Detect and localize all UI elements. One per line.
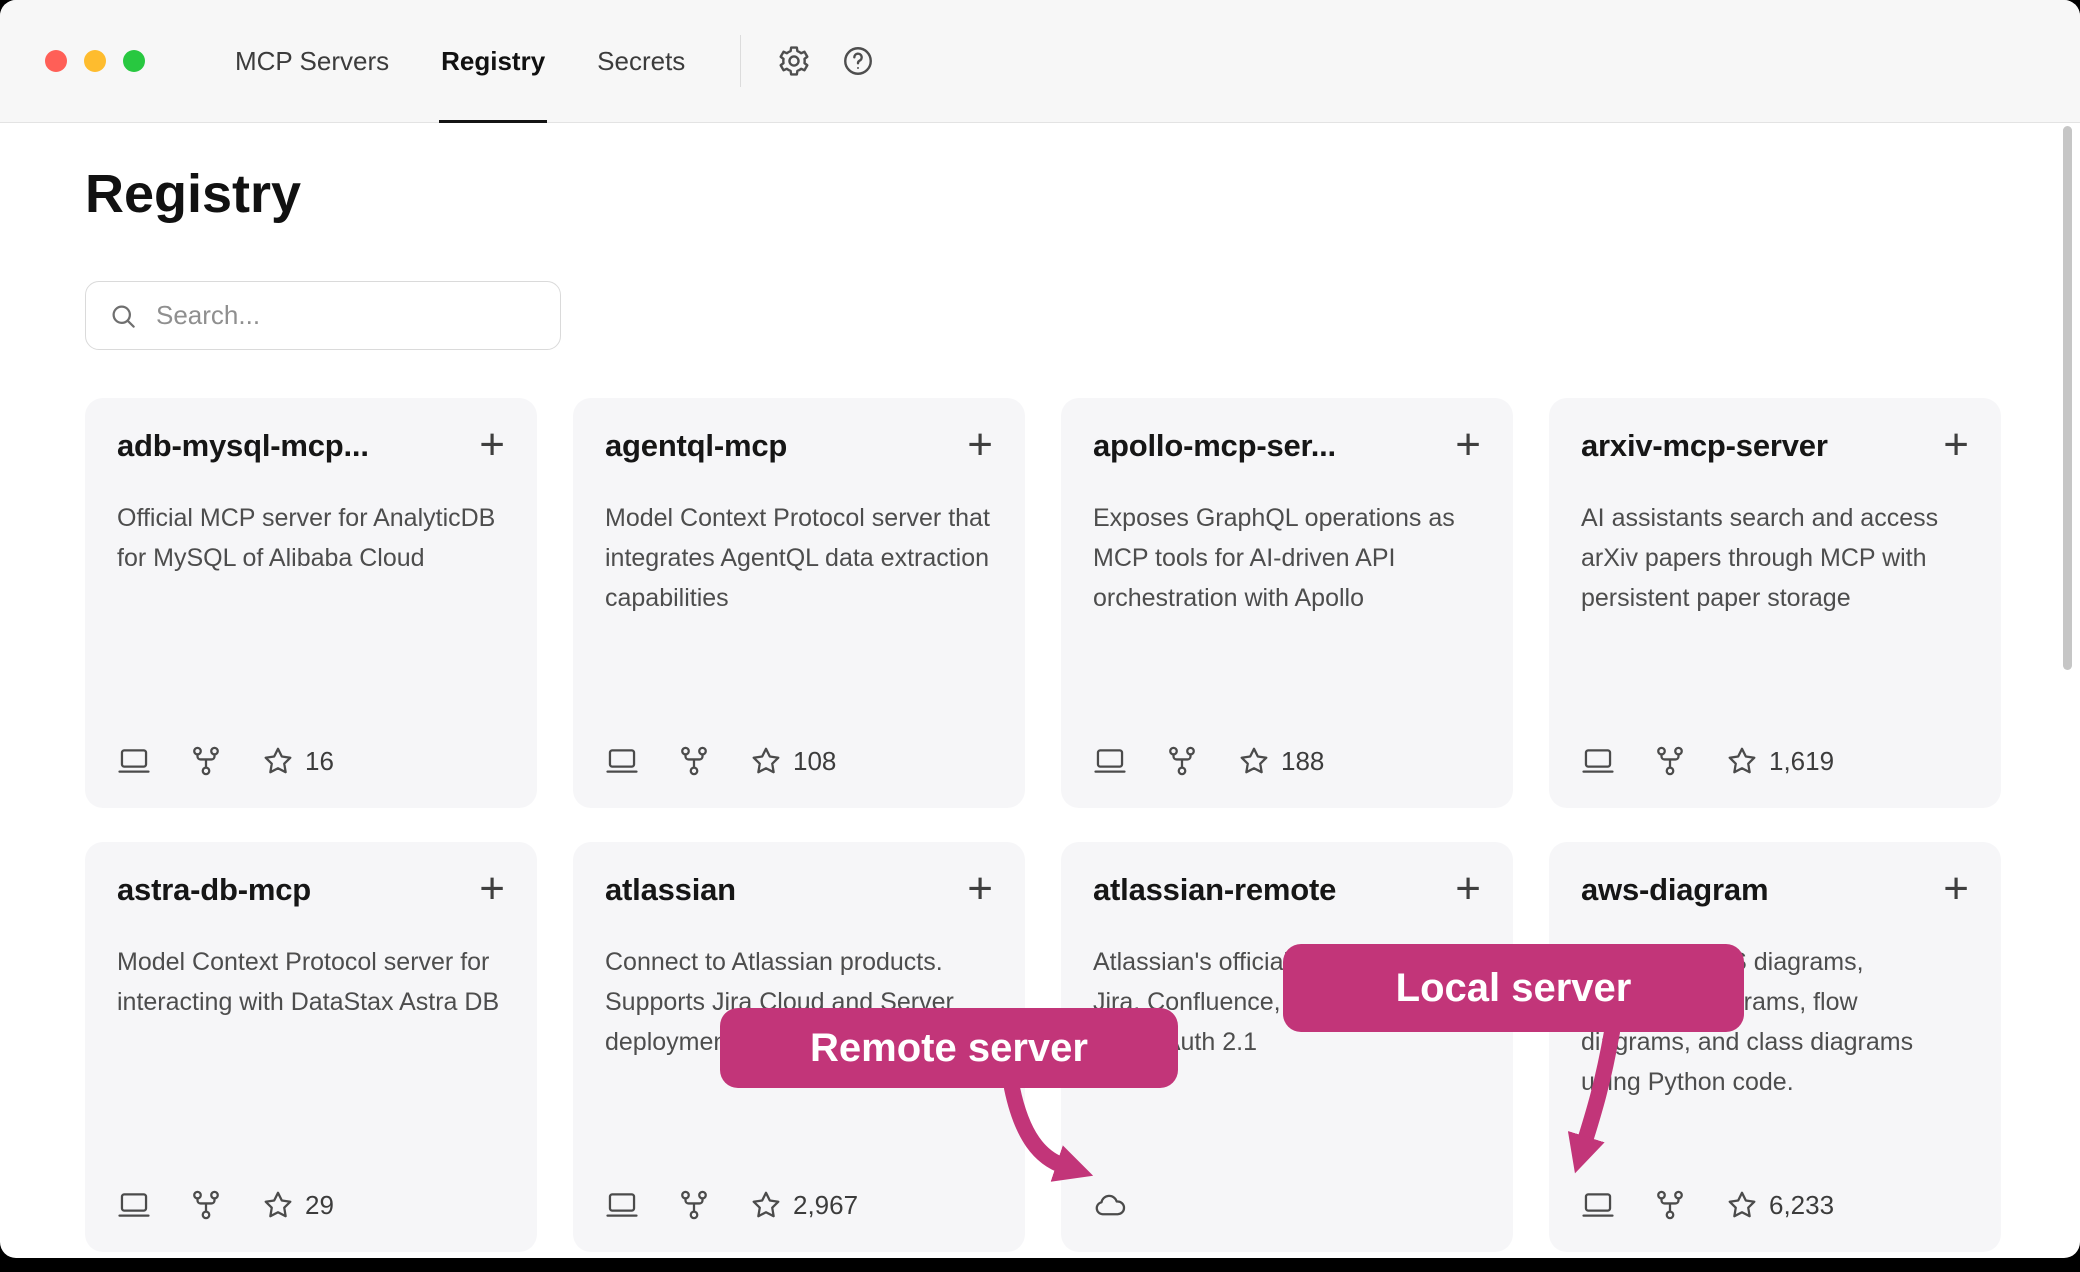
server-card[interactable]: adb-mysql-mcp... + Official MCP server f…: [85, 398, 537, 808]
server-name: arxiv-mcp-server: [1581, 428, 1828, 464]
tab-mcp-servers[interactable]: MCP Servers: [233, 0, 391, 122]
card-footer-local: 16: [117, 744, 505, 778]
star-icon: [1237, 744, 1271, 778]
page-title: Registry: [85, 163, 2080, 225]
star-count: 188: [1281, 746, 1324, 777]
server-description: AI assistants search and access arXiv pa…: [1581, 498, 1969, 618]
help-icon: [841, 44, 875, 78]
add-server-button[interactable]: +: [479, 428, 505, 462]
server-card[interactable]: arxiv-mcp-server + AI assistants search …: [1549, 398, 2001, 808]
star-count-group: 16: [261, 744, 334, 778]
add-server-button[interactable]: +: [1455, 428, 1481, 462]
git-fork-icon: [677, 744, 711, 778]
laptop-icon: [1581, 744, 1615, 778]
card-footer-local: 108: [605, 744, 993, 778]
server-card[interactable]: aws-diagram + Generate AWS diagrams, seq…: [1549, 842, 2001, 1252]
main-tabs: MCP Servers Registry Secrets: [233, 0, 687, 122]
tab-secrets[interactable]: Secrets: [595, 0, 687, 122]
card-footer-local: 6,233: [1581, 1188, 1969, 1222]
server-description: Model Context Protocol server for intera…: [117, 942, 505, 1022]
card-footer-local: 188: [1093, 744, 1481, 778]
scrollbar-thumb[interactable]: [2063, 126, 2072, 670]
server-name: atlassian-remote: [1093, 872, 1336, 908]
server-name: apollo-mcp-ser...: [1093, 428, 1336, 464]
star-count: 108: [793, 746, 836, 777]
close-window-button[interactable]: [45, 50, 67, 72]
app-window: MCP Servers Registry Secrets: [0, 0, 2080, 1258]
tab-registry[interactable]: Registry: [439, 0, 547, 122]
star-count: 1,619: [1769, 746, 1834, 777]
titlebar-divider: [740, 35, 741, 87]
registry-page: Registry adb-mysql-mcp... + Official MCP…: [0, 163, 2080, 1252]
star-icon: [261, 744, 295, 778]
server-name: astra-db-mcp: [117, 872, 311, 908]
server-description: Exposes GraphQL operations as MCP tools …: [1093, 498, 1481, 618]
star-icon: [1725, 1188, 1759, 1222]
git-fork-icon: [189, 744, 223, 778]
star-count-group: 6,233: [1725, 1188, 1834, 1222]
cloud-icon: [1093, 1188, 1127, 1222]
star-count-group: 188: [1237, 744, 1324, 778]
laptop-icon: [117, 744, 151, 778]
help-button[interactable]: [841, 44, 875, 78]
server-description: Official MCP server for AnalyticDB for M…: [117, 498, 505, 578]
server-name: aws-diagram: [1581, 872, 1768, 908]
star-count: 16: [305, 746, 334, 777]
star-count: 6,233: [1769, 1190, 1834, 1221]
star-icon: [749, 1188, 783, 1222]
add-server-button[interactable]: +: [1455, 872, 1481, 906]
git-fork-icon: [189, 1188, 223, 1222]
card-footer-local: 1,619: [1581, 744, 1969, 778]
add-server-button[interactable]: +: [1943, 428, 1969, 462]
git-fork-icon: [1653, 744, 1687, 778]
git-fork-icon: [677, 1188, 711, 1222]
server-card-grid: adb-mysql-mcp... + Official MCP server f…: [85, 398, 2080, 1252]
laptop-icon: [1581, 1188, 1615, 1222]
star-count-group: 108: [749, 744, 836, 778]
server-name: agentql-mcp: [605, 428, 787, 464]
search-input[interactable]: [154, 299, 538, 332]
git-fork-icon: [1165, 744, 1199, 778]
star-count-group: 2,967: [749, 1188, 858, 1222]
server-name: atlassian: [605, 872, 736, 908]
star-count: 29: [305, 1190, 334, 1221]
server-name: adb-mysql-mcp...: [117, 428, 369, 464]
zoom-window-button[interactable]: [123, 50, 145, 72]
add-server-button[interactable]: +: [1943, 872, 1969, 906]
titlebar: MCP Servers Registry Secrets: [0, 0, 2080, 123]
search-icon: [108, 301, 138, 331]
settings-button[interactable]: [777, 44, 811, 78]
window-controls: [45, 50, 145, 72]
star-count: 2,967: [793, 1190, 858, 1221]
star-icon: [1725, 744, 1759, 778]
laptop-icon: [605, 1188, 639, 1222]
add-server-button[interactable]: +: [967, 428, 993, 462]
add-server-button[interactable]: +: [967, 872, 993, 906]
minimize-window-button[interactable]: [84, 50, 106, 72]
card-footer-local: 2,967: [605, 1188, 993, 1222]
add-server-button[interactable]: +: [479, 872, 505, 906]
laptop-icon: [605, 744, 639, 778]
server-card[interactable]: astra-db-mcp + Model Context Protocol se…: [85, 842, 537, 1252]
star-count-group: 29: [261, 1188, 334, 1222]
remote-server-annotation: Remote server: [720, 1008, 1178, 1088]
star-count-group: 1,619: [1725, 744, 1834, 778]
search-box: [85, 281, 561, 350]
gear-icon: [777, 44, 811, 78]
laptop-icon: [1093, 744, 1127, 778]
server-description: Model Context Protocol server that integ…: [605, 498, 993, 618]
server-card[interactable]: agentql-mcp + Model Context Protocol ser…: [573, 398, 1025, 808]
local-server-annotation: Local server: [1283, 944, 1744, 1032]
card-footer-remote: [1093, 1188, 1481, 1222]
card-footer-local: 29: [117, 1188, 505, 1222]
star-icon: [261, 1188, 295, 1222]
laptop-icon: [117, 1188, 151, 1222]
server-card[interactable]: apollo-mcp-ser... + Exposes GraphQL oper…: [1061, 398, 1513, 808]
git-fork-icon: [1653, 1188, 1687, 1222]
star-icon: [749, 744, 783, 778]
